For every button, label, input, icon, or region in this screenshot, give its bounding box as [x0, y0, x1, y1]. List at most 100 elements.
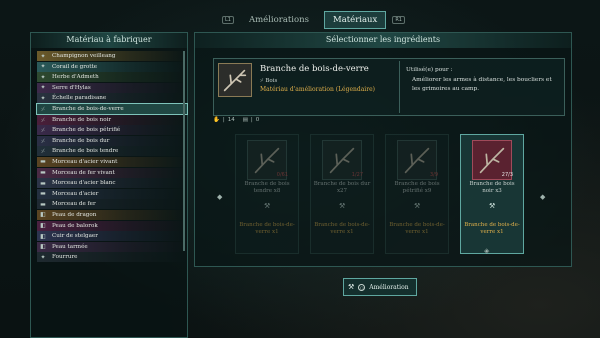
- ingot-icon: ▬: [40, 179, 46, 187]
- ingredient-card[interactable]: 27/3 Branche de bois noir x3 ⚒ Branche d…: [460, 134, 524, 254]
- item-stats: ✋ | 14 ▤ | 0: [213, 117, 259, 123]
- list-item[interactable]: ▬ Morceau d'acier blanc: [37, 178, 187, 189]
- ingot-icon: ▬: [40, 158, 46, 166]
- r1-key-hint: R1: [392, 16, 405, 24]
- list-item[interactable]: ◧ Cuir de stelgaer: [37, 231, 187, 242]
- item-thumbnail: [218, 63, 252, 97]
- list-item[interactable]: ⸓ Branche de bois-de-verre: [36, 102, 188, 116]
- list-item-label: Branche de bois tendre: [52, 148, 119, 155]
- item-name: Branche de bois-de-verre: [260, 64, 369, 74]
- ingot-icon: ▬: [40, 190, 46, 198]
- tab-ameliorations[interactable]: Améliorations: [240, 11, 318, 29]
- list-item-label: Corail de grotte: [52, 63, 98, 70]
- material-list: ✦ Champignon veilleang ✦ Corail de grotte ✦ H…: [36, 51, 188, 263]
- ingredient-result: Branche de bois-de-verre x1: [314, 222, 370, 235]
- list-item-label: Morceau d'acier: [52, 190, 99, 197]
- stat-held: ✋ | 14: [213, 117, 235, 123]
- stat-stored: ▤ | 0: [242, 117, 260, 123]
- anvil-arrow-icon: ⚒: [489, 202, 496, 210]
- ingredient-count: 27/3: [501, 172, 513, 178]
- list-item-label: Peau de balorok: [52, 222, 98, 229]
- list-item[interactable]: ✦ Corail de grotte: [37, 61, 187, 72]
- ingredient-result: Branche de bois-de-verre x1: [239, 222, 295, 235]
- anvil-arrow-icon: ⚒: [339, 202, 346, 210]
- l1-key-hint: L1: [222, 16, 234, 24]
- material-list-title: Matériau à fabriquer: [31, 33, 187, 48]
- list-item[interactable]: ✦ Échelle paradisane: [37, 93, 187, 104]
- coral-icon: ✦: [40, 63, 46, 71]
- list-item-label: Branche de bois pétrifié: [52, 127, 121, 134]
- ingredient-name: Branche de bois noir x3: [469, 181, 515, 194]
- ingredient-cards: 0/61 Branche de bois tendre x8 ⚒ Branche…: [235, 134, 535, 254]
- list-item-label: Échelle paradisane: [52, 95, 107, 102]
- list-item-label: Branche de bois dur: [52, 137, 110, 144]
- scale-icon: ✦: [40, 94, 46, 102]
- branch-icon: ⸓: [41, 127, 45, 135]
- herb-icon: ✦: [40, 73, 46, 81]
- list-item[interactable]: ✦ Champignon veilleang: [37, 51, 187, 62]
- ingredients-title: Sélectionner les ingrédients: [195, 33, 571, 48]
- fur-icon: ✦: [40, 253, 46, 261]
- ingredient-card[interactable]: 3/9 Branche de bois pétrifié x9 ⚒ Branch…: [385, 134, 449, 254]
- list-item[interactable]: ✦ Herbe d'Admeth: [37, 72, 187, 83]
- branch-icon: ⸓: [41, 106, 45, 114]
- list-item-label: Serre d'Hylas: [52, 84, 91, 91]
- list-item-label: Peau de dragon: [52, 211, 97, 218]
- list-item[interactable]: ▬ Morceau d'acier vivant: [37, 156, 187, 168]
- tab-materiaux[interactable]: Matériaux: [323, 11, 387, 29]
- list-item[interactable]: ✦ Fourrure: [37, 252, 187, 263]
- list-item[interactable]: ▬ Morceau de fer: [37, 199, 187, 210]
- selected-marker-icon: ◈: [484, 247, 490, 255]
- list-item[interactable]: ◧ Peau de balorok: [37, 220, 187, 231]
- ingredient-name: Branche de bois dur x27: [313, 181, 371, 194]
- list-item[interactable]: ⸓ Branche de bois dur: [37, 135, 187, 146]
- ingredient-count: 3/9: [429, 172, 438, 178]
- anvil-arrow-icon: ⚒: [264, 202, 271, 210]
- anvil-icon: ⚒: [348, 283, 355, 291]
- item-type-label: Bois: [265, 78, 278, 84]
- list-item-label: Morceau d'acier blanc: [52, 180, 116, 187]
- branch-icon: ⸓: [41, 116, 45, 124]
- list-item[interactable]: ◧ Peau de dragon: [37, 209, 187, 220]
- item-material: Matériau d'amélioration (Légendaire): [260, 86, 375, 93]
- ingot-icon: ▬: [40, 200, 46, 208]
- top-tabs: L1 Améliorations Matériaux R1: [222, 11, 405, 29]
- upgrade-button[interactable]: ⚒ ○ Amélioration: [343, 278, 417, 296]
- info-divider: [399, 61, 400, 113]
- list-item[interactable]: ▬ Morceau d'acier: [37, 188, 187, 199]
- branch-icon: ⸓: [41, 148, 45, 156]
- list-item[interactable]: ⸓ Branche de bois pétrifié: [37, 125, 187, 136]
- ingredient-count: 0/61: [276, 172, 288, 178]
- list-item-label: Morceau d'acier vivant: [52, 158, 118, 165]
- ingredient-card[interactable]: 1/27 Branche de bois dur x27 ⚒ Branche d…: [310, 134, 374, 254]
- item-description: Améliorer les armes à distance, les bouc…: [412, 77, 552, 92]
- list-item-label: Branche de bois-de-verre: [52, 106, 124, 113]
- prev-arrow-icon[interactable]: ◆: [217, 193, 222, 201]
- stat-stored-value: 0: [255, 117, 260, 123]
- list-item-label: Champignon veilleang: [52, 53, 116, 60]
- list-item-label: Herbe d'Admeth: [52, 74, 99, 81]
- ingredient-card[interactable]: 0/61 Branche de bois tendre x8 ⚒ Branche…: [235, 134, 299, 254]
- ingredients-panel: Sélectionner les ingrédients Branche de …: [194, 32, 572, 267]
- hide-icon: ◧: [40, 232, 46, 240]
- list-item[interactable]: ⸓ Branche de bois tendre: [37, 146, 187, 157]
- list-item[interactable]: ◧ Peau tarmée: [37, 241, 187, 252]
- list-item[interactable]: ▬ Morceau de fer vivant: [37, 167, 187, 178]
- list-item[interactable]: ⸓ Branche de bois noir: [37, 114, 187, 125]
- ingredient-name: Branche de bois tendre x8: [244, 181, 290, 194]
- branch-icon: ⸓: [41, 137, 45, 145]
- ingredient-count: 1/27: [351, 172, 363, 178]
- hide-icon: ◧: [40, 222, 46, 230]
- list-scrollbar[interactable]: [183, 51, 185, 251]
- mushroom-icon: ✦: [40, 52, 46, 60]
- ingredient-result: Branche de bois-de-verre x1: [464, 222, 520, 235]
- ingredient-result: Branche de bois-de-verre x1: [389, 222, 445, 235]
- list-item-label: Cuir de stelgaer: [52, 233, 98, 240]
- ingredient-name: Branche de bois pétrifié x9: [394, 181, 440, 194]
- list-item-label: Morceau de fer: [52, 201, 96, 208]
- item-info-card: Branche de bois-de-verre ⸓ Bois Matériau…: [213, 58, 565, 116]
- list-item[interactable]: ✦ Serre d'Hylas: [37, 82, 187, 93]
- next-arrow-icon[interactable]: ◆: [540, 193, 545, 201]
- hide-icon: ◧: [40, 211, 46, 219]
- circle-button-icon: ○: [358, 283, 366, 291]
